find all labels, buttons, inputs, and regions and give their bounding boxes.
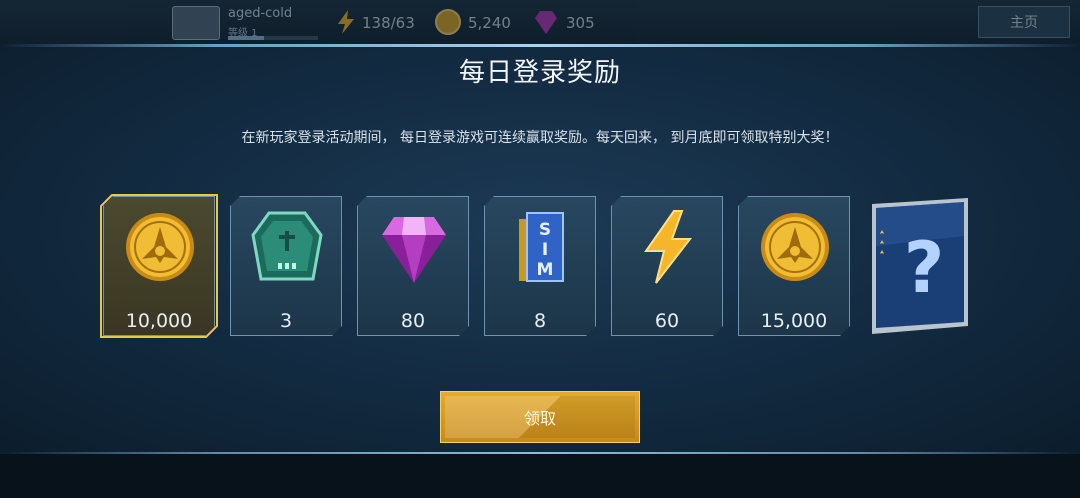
svg-text:S: S xyxy=(539,220,551,240)
reward-day-1[interactable]: 10,000 xyxy=(103,196,215,336)
gold-coin-icon xyxy=(120,207,200,287)
level-progress-bar xyxy=(228,36,318,40)
reward-quantity: 3 xyxy=(279,310,293,332)
energy-icon xyxy=(338,10,354,34)
reward-quantity: 8 xyxy=(533,310,547,332)
energy-bolt-icon xyxy=(628,207,708,287)
gem-count: 305 xyxy=(566,14,595,32)
reward-quantity: 80 xyxy=(400,310,426,332)
reward-day-7-grand-prize[interactable]: ? xyxy=(864,196,976,336)
top-status-bar: aged-cold 等级 1 138/63 5,240 305 主页 xyxy=(0,0,1080,44)
svg-text:M: M xyxy=(537,260,554,280)
reward-day-4[interactable]: S I M 8 xyxy=(484,196,596,336)
claim-button-label: 领取 xyxy=(523,409,556,428)
home-button[interactable]: 主页 xyxy=(978,6,1070,38)
modal-description: 在新玩家登录活动期间， 每日登录游戏可连续赢取奖励。每天回来， 到月底即可领取特… xyxy=(241,130,839,146)
sim-card-icon: S I M xyxy=(501,207,581,287)
reward-day-6[interactable]: 15,000 xyxy=(738,196,850,336)
energy-count: 138/63 xyxy=(362,14,415,32)
reward-quantity: 10,000 xyxy=(125,310,193,332)
reward-quantity: 15,000 xyxy=(760,310,828,332)
player-avatar[interactable] xyxy=(172,6,220,40)
coin-count: 5,240 xyxy=(468,14,511,32)
coin-icon xyxy=(435,9,461,35)
claim-button[interactable]: 领取 xyxy=(440,391,640,443)
reward-day-3[interactable]: 80 xyxy=(357,196,469,336)
svg-text:I: I xyxy=(542,240,548,260)
footer-bar xyxy=(0,454,1080,498)
reward-day-5[interactable]: 60 xyxy=(611,196,723,336)
svg-text:?: ? xyxy=(904,227,945,309)
panel-top-border xyxy=(0,44,1080,47)
reward-quantity: 60 xyxy=(654,310,680,332)
gem-icon xyxy=(535,11,557,34)
purple-gem-icon xyxy=(374,207,454,287)
reward-day-2[interactable]: 3 xyxy=(230,196,342,336)
green-shard-icon xyxy=(247,207,327,287)
gold-coin-icon xyxy=(755,207,835,287)
mystery-box-icon: ? xyxy=(872,198,968,334)
modal-title: 每日登录奖励 xyxy=(458,58,621,88)
player-name: aged-cold xyxy=(228,6,293,21)
